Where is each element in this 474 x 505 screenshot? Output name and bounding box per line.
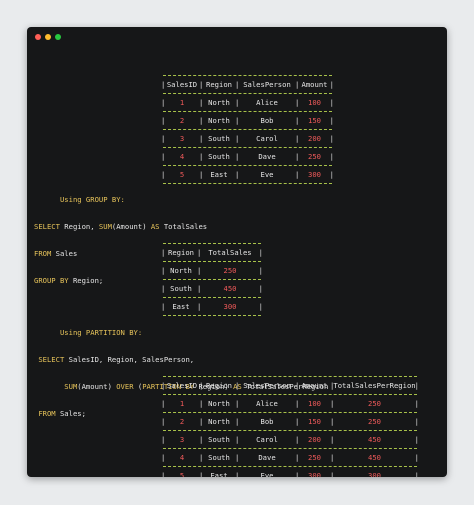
table-cell: 4 <box>161 148 201 165</box>
table-row: 4SouthDave250450 <box>161 449 419 466</box>
title-bar <box>27 27 447 47</box>
table-row: 3SouthCarol200450 <box>161 431 419 448</box>
table-header-cell: Amount <box>295 76 334 93</box>
table-cell: South <box>199 148 237 165</box>
table-cell: 300 <box>295 467 332 477</box>
table-cell: North <box>199 413 237 430</box>
close-dot-icon[interactable] <box>35 34 41 40</box>
table-cell: 5 <box>161 467 201 477</box>
terminal-window: SalesIDRegionSalesPersonAmount1NorthAlic… <box>27 27 447 477</box>
table-cell: 5 <box>161 166 201 183</box>
table-header-row: SalesIDRegionSalesPersonAmount <box>161 76 334 93</box>
table-cell: 450 <box>197 280 263 297</box>
table-cell: Alice <box>235 94 297 111</box>
table-cell: South <box>199 449 237 466</box>
table-cell: Eve <box>235 166 297 183</box>
group-by-result-table: RegionTotalSalesNorth250South450East300 <box>161 243 263 316</box>
table-header-cell: Region <box>199 377 237 394</box>
table-cell: 3 <box>161 431 201 448</box>
table-cell: 150 <box>295 112 334 129</box>
table-cell: Dave <box>235 148 297 165</box>
table-header-cell: TotalSales <box>197 244 263 261</box>
table-cell: 250 <box>330 395 419 412</box>
table-cell: North <box>199 395 237 412</box>
table-cell: East <box>199 467 237 477</box>
terminal-content: SalesIDRegionSalesPersonAmount1NorthAlic… <box>27 47 447 477</box>
table-header-cell: TotalSalesPerRegion <box>330 377 419 394</box>
table-divider <box>163 315 261 316</box>
table-cell: North <box>199 112 237 129</box>
table-cell: 2 <box>161 413 201 430</box>
table-row: North250 <box>161 262 263 279</box>
table-cell: East <box>199 166 237 183</box>
partition-by-result-table: SalesIDRegionSalesPersonAmountTotalSales… <box>161 376 419 477</box>
table-header-cell: SalesPerson <box>235 377 297 394</box>
maximize-dot-icon[interactable] <box>55 34 61 40</box>
table-row: 1NorthAlice100 <box>161 94 334 111</box>
table-row: 3SouthCarol200 <box>161 130 334 147</box>
table-cell: North <box>199 94 237 111</box>
table-cell: Eve <box>235 467 297 477</box>
table-header-row: RegionTotalSales <box>161 244 263 261</box>
table-cell: 200 <box>295 431 332 448</box>
table-cell: 300 <box>330 467 419 477</box>
table-cell: 250 <box>197 262 263 279</box>
table-header-cell: SalesID <box>161 377 201 394</box>
table-row: South450 <box>161 280 263 297</box>
table-cell: 4 <box>161 449 201 466</box>
table-cell: Alice <box>235 395 297 412</box>
table-cell: South <box>161 280 199 297</box>
table-cell: 100 <box>295 94 334 111</box>
table-header-cell: Region <box>199 76 237 93</box>
table-cell: Carol <box>235 431 297 448</box>
table-cell: South <box>199 431 237 448</box>
table-header-row: SalesIDRegionSalesPersonAmountTotalSales… <box>161 377 419 394</box>
table-cell: 300 <box>295 166 334 183</box>
table-cell: Bob <box>235 112 297 129</box>
table-cell: 250 <box>295 449 332 466</box>
table-cell: 3 <box>161 130 201 147</box>
table-cell: Carol <box>235 130 297 147</box>
table-cell: 450 <box>330 449 419 466</box>
table-row: East300 <box>161 298 263 315</box>
table-cell: 250 <box>330 413 419 430</box>
table-row: 4SouthDave250 <box>161 148 334 165</box>
table-row: 1NorthAlice100250 <box>161 395 419 412</box>
table-header-cell: Region <box>161 244 199 261</box>
table-cell: 250 <box>295 148 334 165</box>
table-cell: 2 <box>161 112 201 129</box>
table-cell: South <box>199 130 237 147</box>
table-cell: 200 <box>295 130 334 147</box>
table-cell: North <box>161 262 199 279</box>
table-row: 5EastEve300300 <box>161 467 419 477</box>
table-cell: 300 <box>197 298 263 315</box>
table-header-cell: Amount <box>295 377 332 394</box>
table-cell: 450 <box>330 431 419 448</box>
table-divider <box>163 183 332 184</box>
minimize-dot-icon[interactable] <box>45 34 51 40</box>
table-row: 2NorthBob150250 <box>161 413 419 430</box>
table-cell: Bob <box>235 413 297 430</box>
table-cell: 1 <box>161 395 201 412</box>
table-cell: 1 <box>161 94 201 111</box>
sales-table: SalesIDRegionSalesPersonAmount1NorthAlic… <box>161 75 334 184</box>
table-header-cell: SalesID <box>161 76 201 93</box>
table-row: 2NorthBob150 <box>161 112 334 129</box>
table-row: 5EastEve300 <box>161 166 334 183</box>
table-header-cell: SalesPerson <box>235 76 297 93</box>
table-cell: 150 <box>295 413 332 430</box>
table-cell: East <box>161 298 199 315</box>
table-cell: 100 <box>295 395 332 412</box>
table-cell: Dave <box>235 449 297 466</box>
